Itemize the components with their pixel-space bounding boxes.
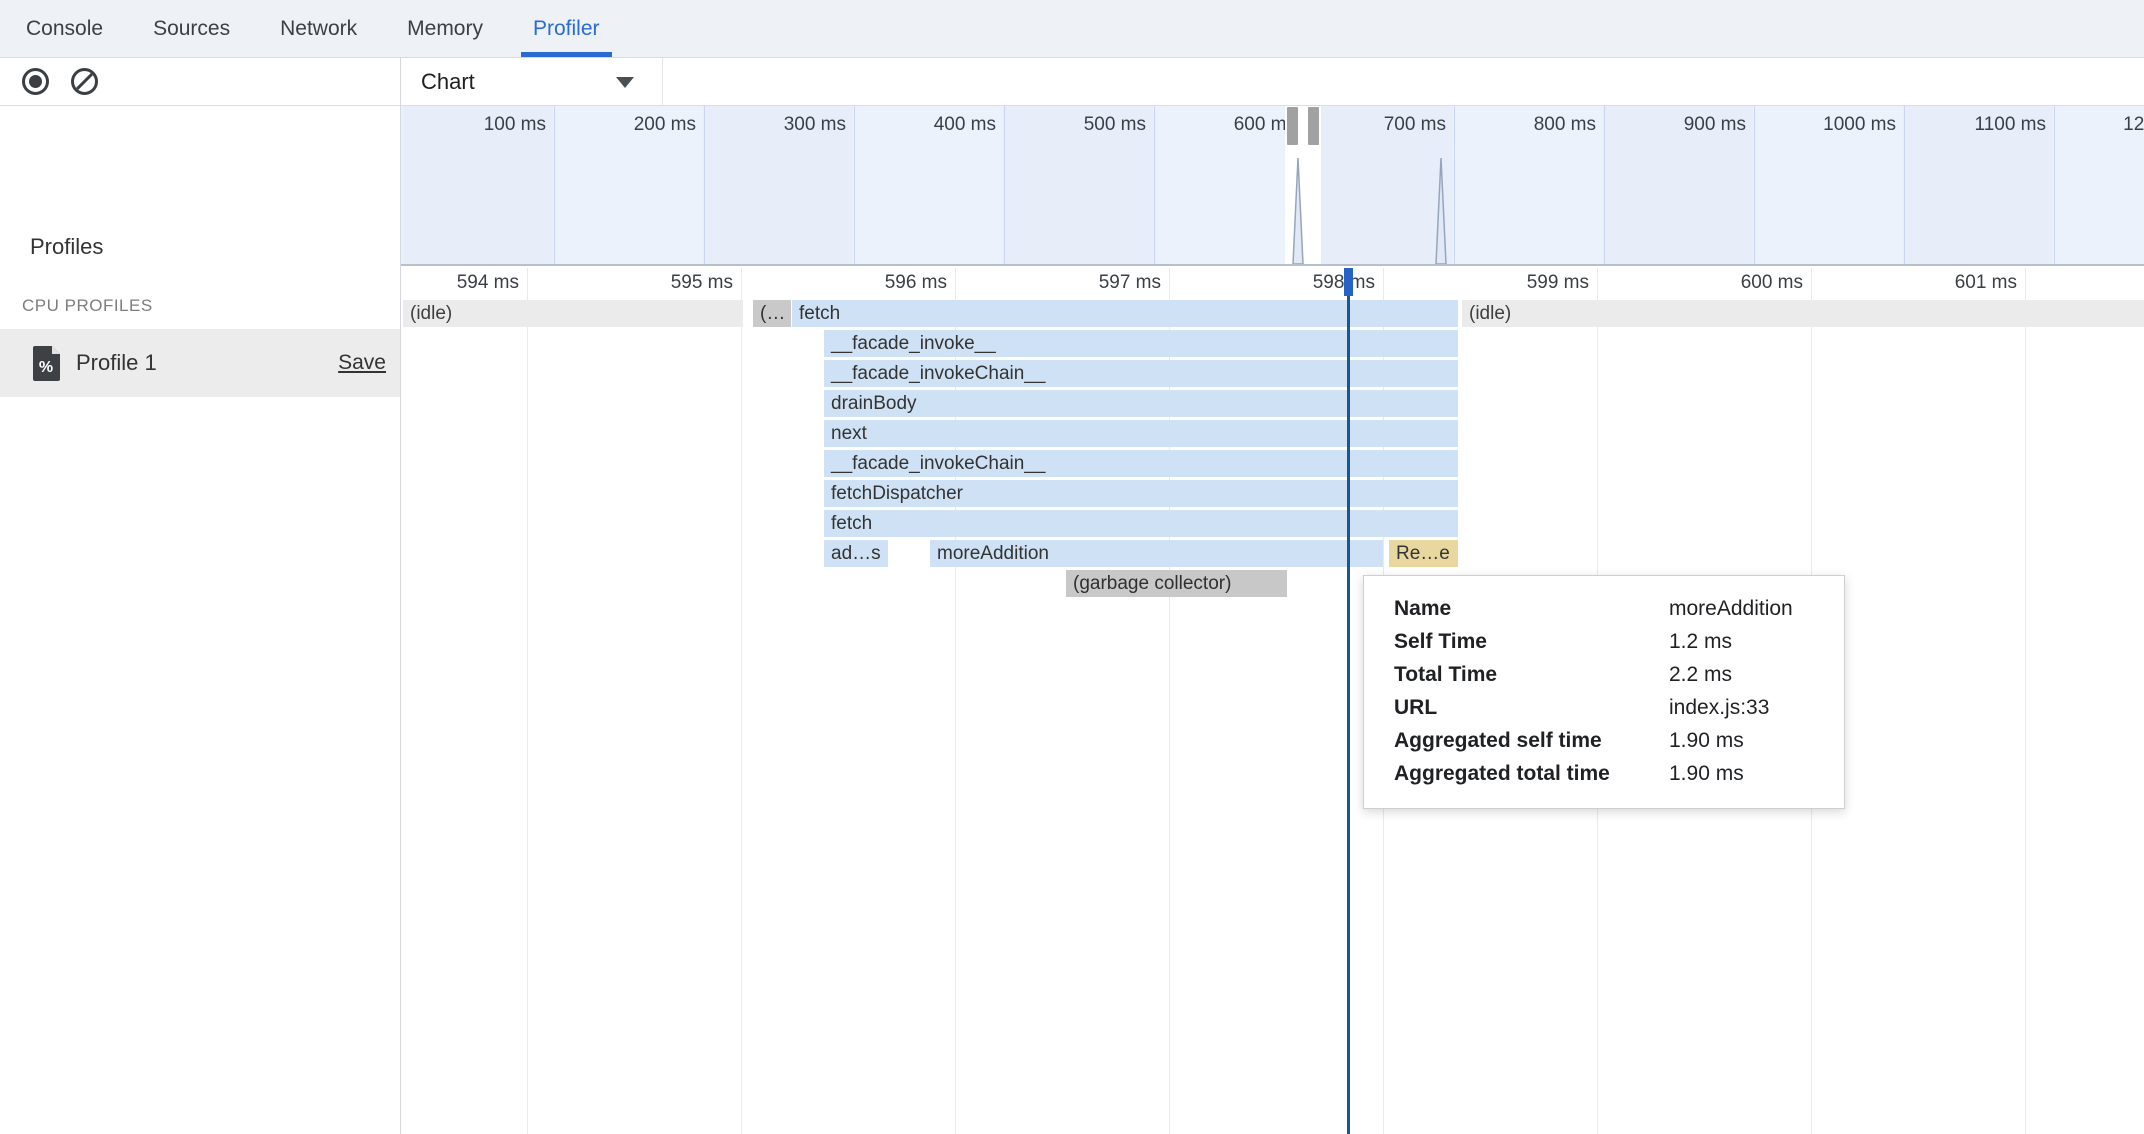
profile-name: Profile 1 — [76, 350, 157, 376]
chevron-down-icon — [616, 77, 634, 88]
tooltip-value: 1.90 ms — [1669, 757, 1744, 790]
flame-bar[interactable]: __facade_invokeChain__ — [824, 450, 1458, 477]
flame-bar[interactable]: (idle) — [403, 300, 743, 327]
playhead-marker[interactable] — [1344, 268, 1353, 296]
cpu-profiles-section-title: CPU PROFILES — [22, 296, 153, 316]
ruler-gridline — [527, 268, 528, 1134]
playhead-line — [1347, 268, 1350, 1134]
view-mode-select[interactable]: Chart — [413, 58, 663, 105]
flame-bar[interactable]: __facade_invokeChain__ — [824, 360, 1458, 387]
tooltip-row: Total Time 2.2 ms — [1394, 658, 1844, 691]
tooltip-value: index.js:33 — [1669, 691, 1769, 724]
sidebar-divider — [400, 58, 401, 1134]
tab-memory[interactable]: Memory — [395, 0, 495, 57]
record-profile-button[interactable] — [22, 68, 49, 95]
ruler-tick-label: 599 ms — [1487, 272, 1589, 294]
ruler-tick-label: 596 ms — [845, 272, 947, 294]
flame-bar[interactable]: next — [824, 420, 1458, 447]
save-profile-link[interactable]: Save — [338, 351, 386, 375]
profile-document-icon: % — [32, 345, 62, 381]
tab-network[interactable]: Network — [268, 0, 369, 57]
ruler-tick-label: 598 ms — [1273, 272, 1375, 294]
flame-bar[interactable]: (… — [753, 300, 791, 327]
flame-bar[interactable]: drainBody — [824, 390, 1458, 417]
tooltip-row: Self Time 1.2 ms — [1394, 625, 1844, 658]
chart-toolbar: Chart — [401, 58, 2144, 106]
tooltip-label: URL — [1394, 696, 1437, 719]
flame-bar[interactable]: ad…s — [824, 540, 888, 567]
ruler-gridline — [741, 268, 742, 1134]
view-mode-selected-value: Chart — [421, 69, 475, 95]
flame-bar[interactable]: fetch — [824, 510, 1458, 537]
tooltip-label: Total Time — [1394, 663, 1497, 686]
timeline-overview[interactable]: 100 ms200 ms300 ms400 ms500 ms600 ms700 … — [401, 106, 2144, 266]
flame-chart: 594 ms 595 ms 596 ms 597 ms 598 ms 599 ms 600 … — [401, 266, 2144, 1134]
tab-console[interactable]: Console — [14, 0, 115, 57]
ruler-tick-label: 597 ms — [1059, 272, 1161, 294]
tooltip-label: Aggregated self time — [1394, 729, 1602, 752]
flame-bar[interactable]: __facade_invoke__ — [824, 330, 1458, 357]
tooltip-row: Aggregated self time 1.90 ms — [1394, 724, 1844, 757]
tooltip-label: Aggregated total time — [1394, 762, 1610, 785]
flame-bar[interactable]: fetch — [792, 300, 1458, 327]
tooltip-value: 1.2 ms — [1669, 625, 1732, 658]
tab-profiler[interactable]: Profiler — [521, 0, 612, 57]
tooltip-label: Name — [1394, 597, 1451, 620]
profiles-sidebar: Profiles CPU PROFILES % Profile 1 Save — [0, 106, 400, 1134]
profiler-toolbar — [0, 58, 400, 106]
tooltip-label: Self Time — [1394, 630, 1487, 653]
devtools-tabbar: Console Sources Network Memory Profiler — [0, 0, 2144, 58]
frame-details-tooltip: NamemoreAdditionSelf Time1.2 msTotal Tim… — [1363, 575, 1845, 809]
tooltip-row: URL index.js:33 — [1394, 691, 1844, 724]
tooltip-row: Aggregated total time 1.90 ms — [1394, 757, 1844, 790]
tooltip-row: Name moreAddition — [1394, 592, 1844, 625]
tooltip-value: 1.90 ms — [1669, 724, 1744, 757]
cpu-activity-spikes — [401, 106, 2144, 264]
ruler-tick-label: 600 ms — [1701, 272, 1803, 294]
flame-bar[interactable]: moreAddition — [930, 540, 1383, 567]
profiles-panel-title: Profiles — [30, 234, 103, 260]
tooltip-value: 2.2 ms — [1669, 658, 1732, 691]
svg-text:%: % — [39, 359, 53, 376]
ruler-gridline — [2025, 268, 2026, 1134]
tab-sources[interactable]: Sources — [141, 0, 242, 57]
flame-bar[interactable]: fetchDispatcher — [824, 480, 1458, 507]
ruler-tick-label: 601 ms — [1915, 272, 2017, 294]
ruler-tick-label: 595 ms — [631, 272, 733, 294]
sidebar-item-profile-1[interactable]: % Profile 1 Save — [0, 329, 400, 397]
clear-profiles-button[interactable] — [71, 68, 98, 95]
flame-bar[interactable]: (idle) — [1462, 300, 2144, 327]
ruler-tick-label: 594 ms — [417, 272, 519, 294]
cpu-spike — [1293, 158, 1303, 264]
cpu-spike — [1436, 158, 1446, 264]
tooltip-value: moreAddition — [1669, 592, 1793, 625]
flame-bar[interactable]: Re…e — [1389, 540, 1458, 567]
flame-bar[interactable]: (garbage collector) — [1066, 570, 1287, 597]
